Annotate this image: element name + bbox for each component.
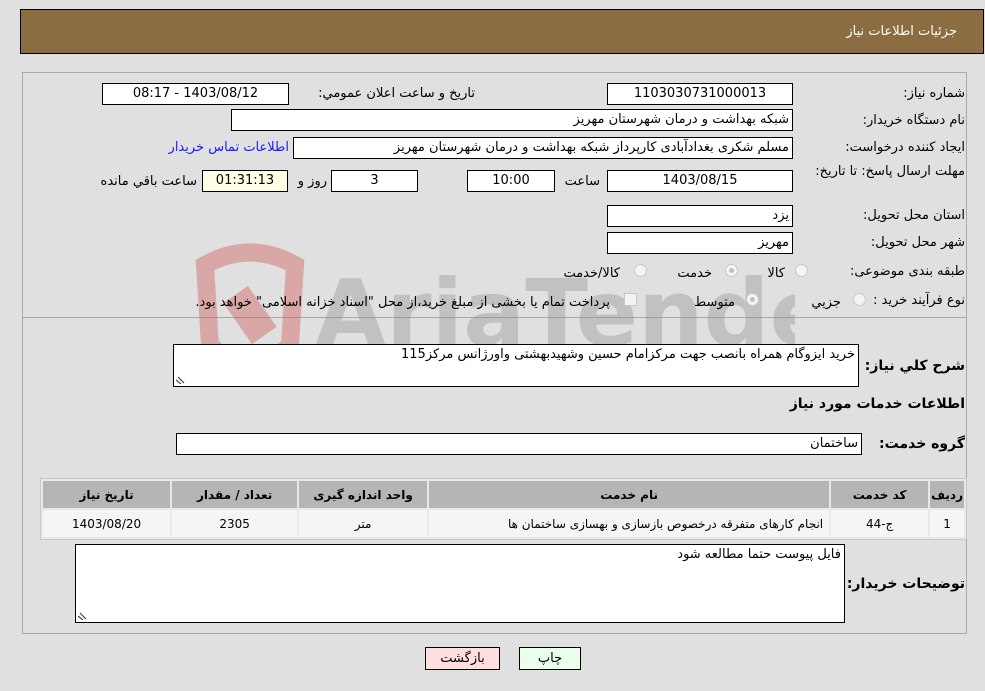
page-header: جزئیات اطلاعات نیاز — [20, 9, 984, 54]
deadline-label: مهلت ارسال پاسخ: تا تاریخ: — [815, 164, 965, 179]
table-header-row: ردیف کد خدمت نام خدمت واحد اندازه گیری ت… — [43, 481, 964, 508]
treasury-checkbox[interactable] — [624, 293, 637, 306]
back-button[interactable]: بازگشت — [425, 647, 500, 670]
deadline-time-field: 10:00 — [467, 170, 555, 192]
buyer-org-field: شبکه بهداشت و درمان شهرستان مهریز — [231, 109, 793, 131]
category-option-goods-service: کالا/خدمت — [563, 266, 620, 281]
services-section-title: اطلاعات خدمات مورد نیاز — [789, 396, 965, 412]
requester-label: ایجاد کننده درخواست: — [845, 140, 965, 155]
cell-service-name: انجام کارهای متفرقه درخصوص بازسازی و بهس… — [429, 510, 830, 537]
purchase-type-label: نوع فرآیند خرید : — [873, 293, 965, 308]
table-row: 1 ج-44 انجام کارهای متفرقه درخصوص بازساز… — [43, 510, 964, 537]
col-header-unit: واحد اندازه گیری — [299, 481, 428, 508]
province-field: یزد — [607, 205, 793, 227]
col-header-row-number: ردیف — [930, 481, 964, 508]
city-label: شهر محل تحویل: — [870, 235, 965, 250]
category-radio-goods-service[interactable] — [634, 264, 647, 277]
description-textarea[interactable]: خرید ایزوگام همراه بانصب جهت مرکزامام حس… — [173, 344, 859, 387]
cell-quantity: 2305 — [172, 510, 298, 537]
buyer-contact-link[interactable]: اطلاعات تماس خریدار — [169, 140, 289, 155]
category-label: طبقه بندی موضوعی: — [849, 264, 965, 279]
category-option-service: خدمت — [677, 266, 712, 281]
buyer-notes-textarea[interactable]: فایل پیوست حتما مطالعه شود — [75, 544, 845, 623]
description-text: خرید ایزوگام همراه بانصب جهت مرکزامام حس… — [401, 347, 855, 362]
treasury-note: پرداخت تمام یا بخشی از مبلغ خرید،از محل … — [195, 295, 610, 310]
cell-row-number: 1 — [930, 510, 964, 537]
buyer-org-label: نام دستگاه خریدار: — [862, 113, 965, 128]
purchase-type-option-medium: متوسط — [694, 295, 735, 310]
cell-service-code: ج-44 — [831, 510, 929, 537]
col-header-service-code: کد خدمت — [831, 481, 929, 508]
cell-unit: متر — [299, 510, 428, 537]
requester-field: مسلم شکری بغدادآبادی کارپرداز شبکه بهداش… — [293, 137, 793, 159]
purchase-type-option-minor: جزيي — [811, 295, 841, 310]
time-remaining-field: 01:31:13 — [202, 170, 288, 192]
announce-datetime-label: تاریخ و ساعت اعلان عمومي: — [318, 86, 475, 101]
days-remaining-field: 3 — [331, 170, 418, 192]
description-label: شرح كلي نياز: — [864, 358, 965, 374]
category-radio-goods[interactable] — [795, 264, 808, 277]
need-number-label: شماره نیاز: — [903, 86, 965, 101]
col-header-need-date: تاریخ نیاز — [43, 481, 171, 508]
service-group-label: گروه خدمت: — [879, 436, 965, 452]
buyer-notes-label: توضیحات خریدار: — [846, 576, 965, 592]
category-option-goods: کالا — [767, 266, 785, 281]
resize-grip-icon[interactable] — [78, 610, 88, 620]
category-radio-service[interactable] — [725, 264, 738, 277]
page-title: جزئیات اطلاعات نیاز — [846, 24, 957, 39]
col-header-service-name: نام خدمت — [429, 481, 830, 508]
services-table: ردیف کد خدمت نام خدمت واحد اندازه گیری ت… — [40, 478, 967, 540]
cell-need-date: 1403/08/20 — [43, 510, 171, 537]
deadline-time-label: ساعت — [564, 174, 600, 189]
announce-datetime-field: 1403/08/12 - 08:17 — [102, 83, 289, 105]
city-field: مهریز — [607, 232, 793, 254]
time-remaining-label: ساعت باقي مانده — [100, 174, 197, 189]
need-number-field: 1103030731000013 — [607, 83, 793, 105]
buyer-notes-text: فایل پیوست حتما مطالعه شود — [677, 547, 841, 562]
service-group-field: ساختمان — [176, 433, 862, 455]
purchase-type-radio-minor[interactable] — [853, 293, 866, 306]
resize-grip-icon[interactable] — [176, 374, 186, 384]
col-header-quantity: تعداد / مقدار — [172, 481, 298, 508]
deadline-date-field: 1403/08/15 — [607, 170, 793, 192]
purchase-type-radio-medium[interactable] — [746, 293, 759, 306]
province-label: استان محل تحویل: — [863, 208, 965, 223]
days-label: روز و — [297, 174, 327, 189]
print-button[interactable]: چاپ — [519, 647, 581, 670]
